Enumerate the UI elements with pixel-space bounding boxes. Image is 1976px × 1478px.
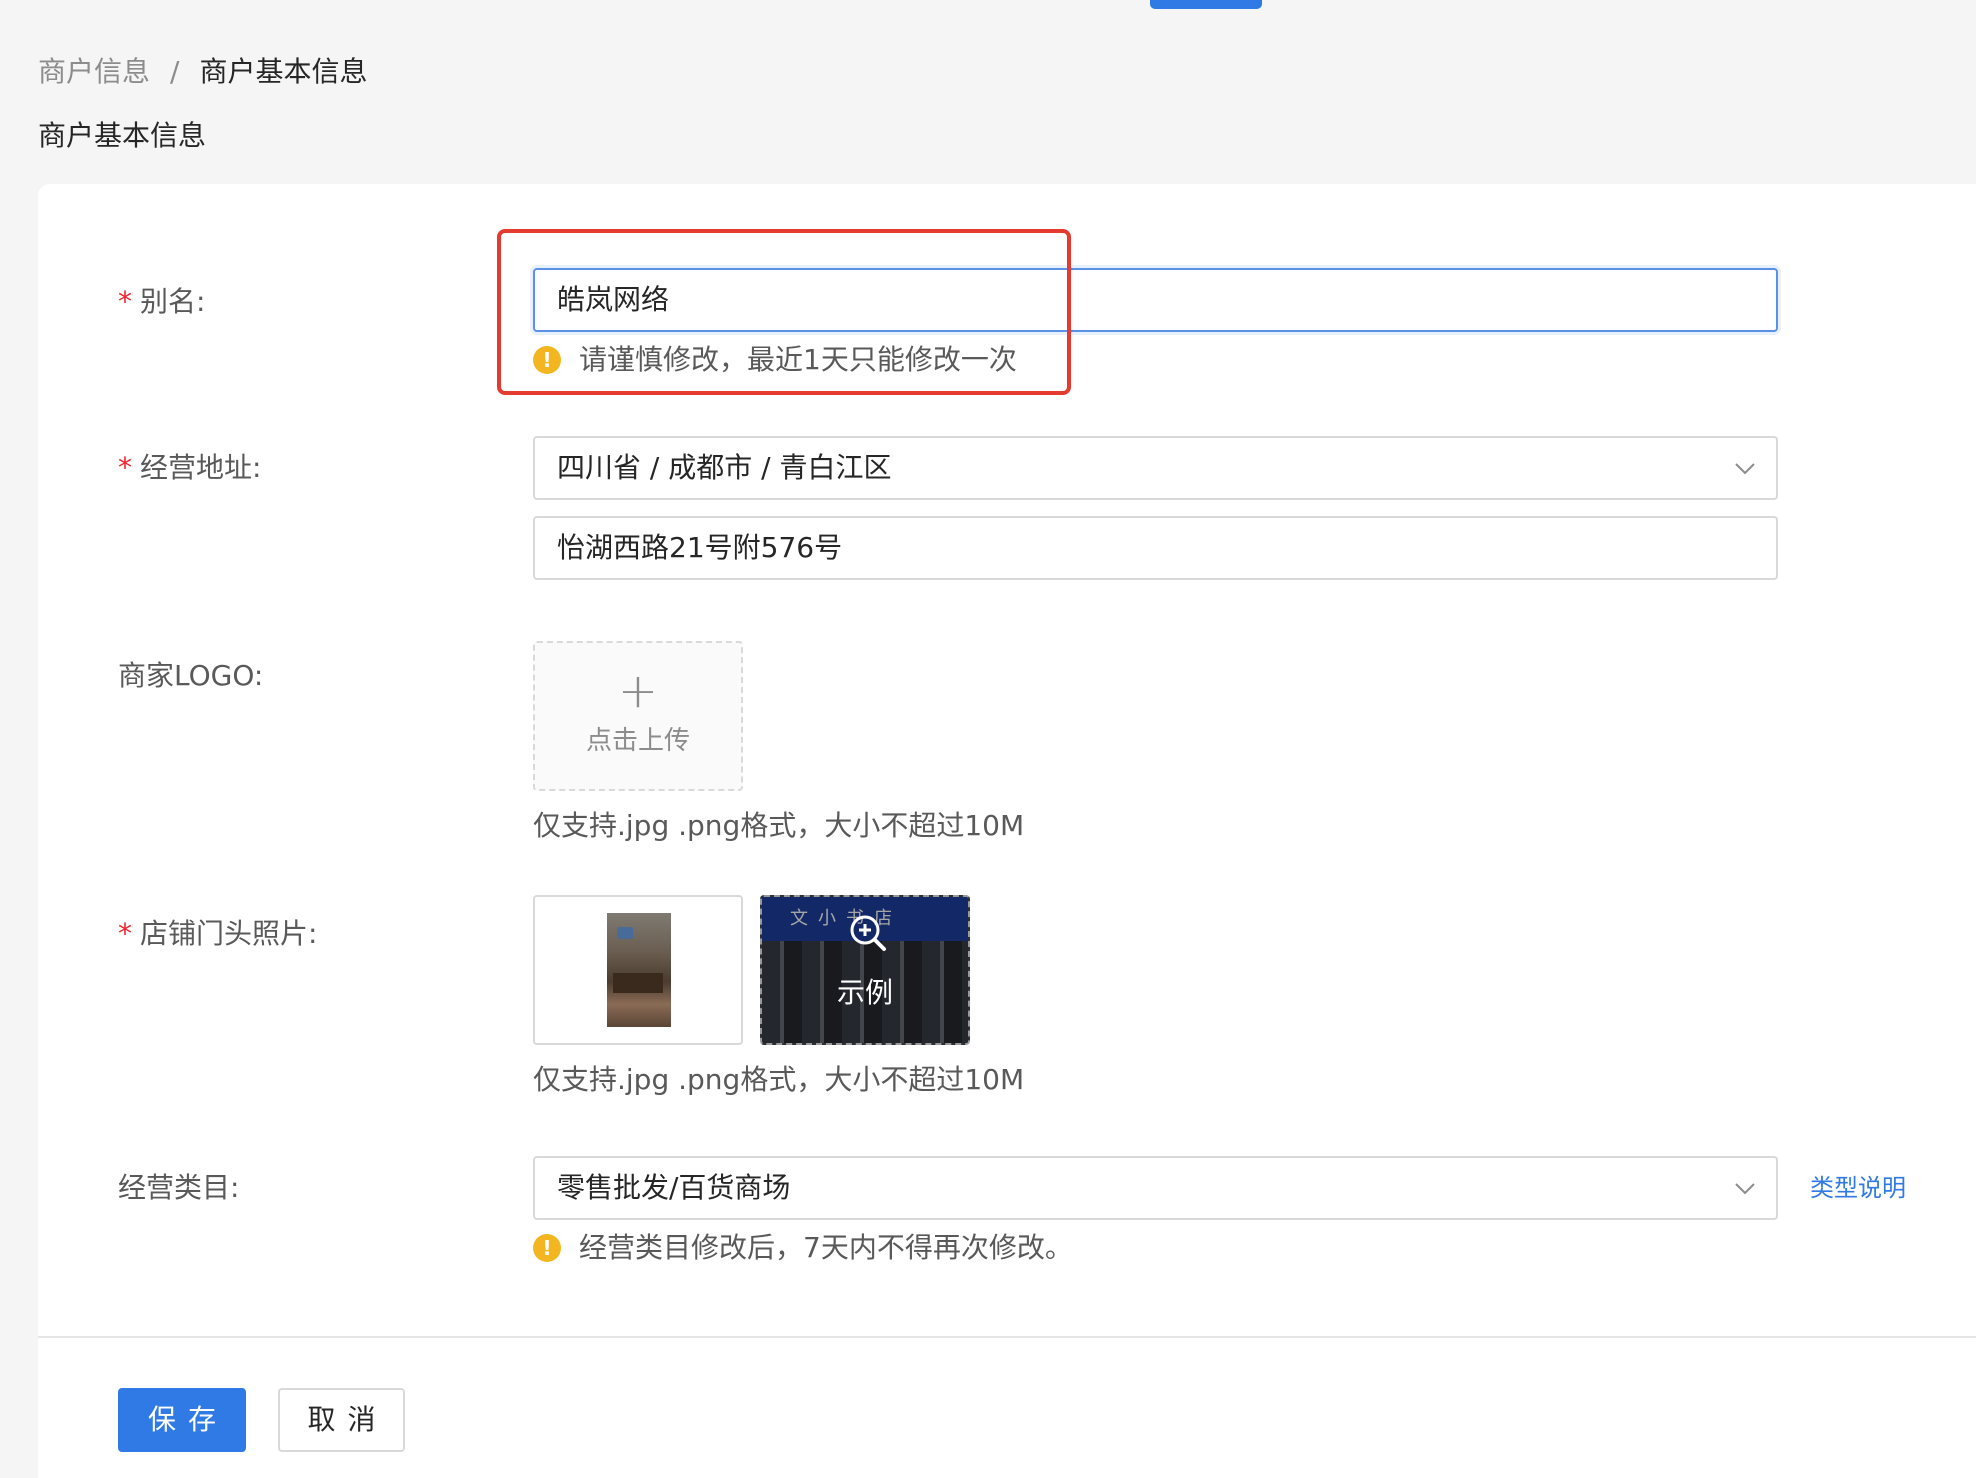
breadcrumb: 商户信息 / 商户基本信息 — [38, 52, 367, 92]
alias-label: * 别名: — [118, 282, 205, 322]
storefront-photo-thumbnail — [607, 913, 671, 1027]
breadcrumb-current: 商户基本信息 — [199, 55, 368, 88]
active-tab-indicator — [1150, 0, 1262, 9]
required-mark: * — [118, 285, 132, 318]
required-mark: * — [118, 917, 132, 950]
breadcrumb-separator: / — [170, 55, 180, 88]
upload-text: 点击上传 — [585, 726, 690, 756]
breadcrumb-parent[interactable]: 商户信息 — [38, 52, 150, 92]
storefront-help-text: 仅支持.jpg .png格式，大小不超过10M — [533, 1063, 1025, 1096]
storefront-label-text: 店铺门头照片: — [140, 917, 318, 950]
warning-icon: ! — [533, 1234, 561, 1262]
example-label: 示例 — [836, 976, 893, 1009]
alias-label-text: 别名: — [140, 285, 206, 318]
logo-help-text: 仅支持.jpg .png格式，大小不超过10M — [533, 809, 1025, 842]
save-button[interactable]: 保存 — [118, 1388, 246, 1452]
address-label: * 经营地址: — [118, 448, 261, 488]
zoom-in-icon[interactable] — [848, 913, 888, 953]
category-value: 零售批发/百货商场 — [557, 1171, 791, 1204]
page-title: 商户基本信息 — [38, 119, 207, 152]
address-label-text: 经营地址: — [140, 451, 262, 484]
plus-icon: + — [617, 663, 659, 719]
storefront-label: * 店铺门头照片: — [118, 914, 317, 954]
category-warning: ! 经营类目修改后，7天内不得再次修改。 — [533, 1228, 1073, 1268]
footer-divider — [38, 1336, 1976, 1338]
category-label: 经营类目: — [118, 1171, 240, 1204]
type-explanation-link[interactable]: 类型说明 — [1810, 1168, 1906, 1208]
logo-label: 商家LOGO: — [118, 659, 264, 692]
storefront-photo[interactable] — [533, 895, 743, 1045]
required-mark: * — [118, 451, 132, 484]
alias-highlight-annotation — [497, 229, 1071, 395]
logo-upload-button[interactable]: + 点击上传 — [533, 641, 743, 791]
category-warning-text: 经营类目修改后，7天内不得再次修改。 — [579, 1231, 1073, 1264]
chevron-down-icon — [1734, 1177, 1756, 1199]
category-select[interactable]: 零售批发/百货商场 — [533, 1156, 1778, 1220]
address-region-value: 四川省 / 成都市 / 青白江区 — [557, 451, 892, 484]
address-detail-input[interactable]: 怡湖西路21号附576号 — [533, 516, 1778, 580]
cancel-button[interactable]: 取消 — [278, 1388, 405, 1452]
address-region-select[interactable]: 四川省 / 成都市 / 青白江区 — [533, 436, 1778, 500]
chevron-down-icon — [1734, 457, 1756, 479]
storefront-example[interactable]: 文小书店 示例 — [760, 895, 970, 1045]
